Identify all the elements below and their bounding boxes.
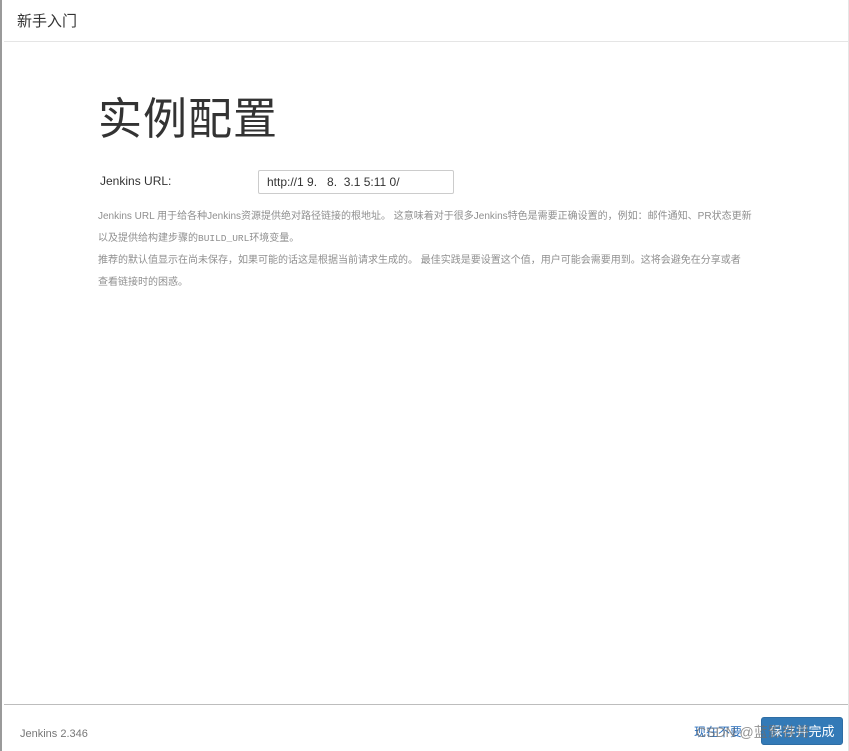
jenkins-url-label: Jenkins URL: <box>100 174 172 188</box>
help-line-prefix: 以及提供给构建步骤的 <box>98 233 198 244</box>
help-line: Jenkins URL 用于给各种Jenkins资源提供绝对路径链接的根地址。 … <box>98 211 752 222</box>
save-and-finish-button[interactable]: 保存并完成 <box>761 717 843 745</box>
help-line: 推荐的默认值显示在尚未保存，如果可能的话这是根据当前请求生成的。 最佳实践是要设… <box>98 255 741 266</box>
dialog-title: 新手入门 <box>17 13 78 30</box>
setup-wizard-dialog: 新手入门 实例配置 Jenkins URL: Jenkins URL 用于给各种… <box>0 0 849 751</box>
jenkins-url-input[interactable] <box>258 170 454 194</box>
instance-config-panel: 实例配置 Jenkins URL: Jenkins URL 用于给各种Jenki… <box>98 90 758 294</box>
dialog-footer: Jenkins 2.346 现在不要 保存并完成 <box>4 704 848 751</box>
jenkins-url-row: Jenkins URL: <box>98 170 758 200</box>
jenkins-url-help-text: Jenkins URL 用于给各种Jenkins资源提供绝对路径链接的根地址。 … <box>98 206 758 294</box>
not-now-link[interactable]: 现在不要 <box>694 723 742 740</box>
help-line: 查看链接时的困惑。 <box>98 277 188 288</box>
build-url-code: BUILD_URL <box>198 233 250 244</box>
page-title: 实例配置 <box>98 95 278 144</box>
help-line-suffix: 环境变量。 <box>249 233 300 244</box>
jenkins-version: Jenkins 2.346 <box>20 728 88 740</box>
dialog-header: 新手入门 <box>4 0 848 42</box>
help-line: 以及提供给构建步骤的BUILD_URL环境变量。 <box>98 228 758 250</box>
